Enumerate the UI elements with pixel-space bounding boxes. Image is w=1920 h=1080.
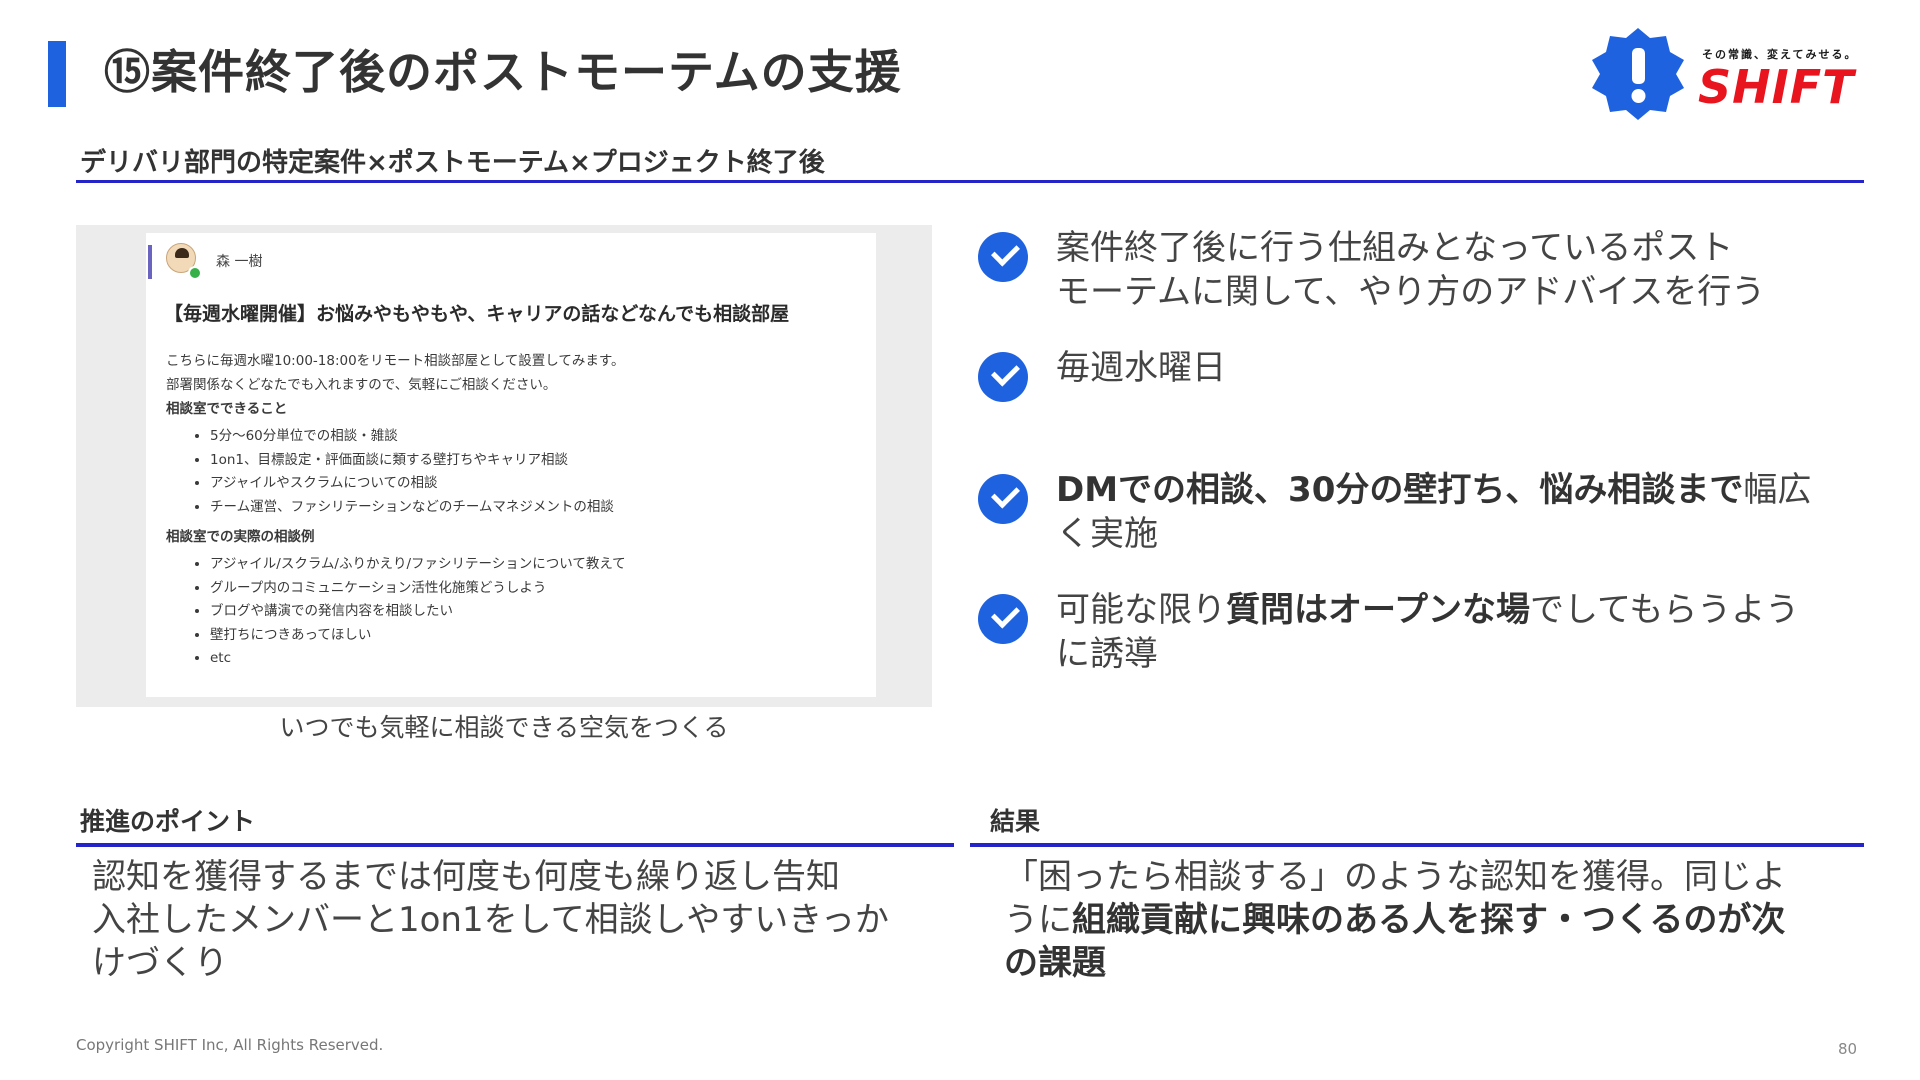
points-line: 入社したメンバーと1on1をして相談しやすいきっか: [92, 900, 889, 940]
check-item-text: 案件終了後に行う仕組みとなっているポスト モーテムに関して、やり方のアドバイスを…: [1056, 226, 1866, 314]
post-section-title: 相談室での実際の相談例: [166, 529, 315, 545]
check-text-line: く実施: [1056, 514, 1158, 554]
page-title: ⑮案件終了後のポストモーテムの支援: [104, 45, 902, 99]
list-item: ブログや講演での発信内容を相談したい: [210, 600, 856, 624]
post-intro-line: こちらに毎週水曜10:00-18:00をリモート相談部屋として設置してみます。: [166, 353, 625, 369]
points-line: けづくり: [92, 943, 228, 983]
points-divider: [76, 843, 954, 847]
check-text-line: モーテムに関して、やり方のアドバイスを行う: [1056, 272, 1766, 312]
chat-post-screenshot: 森 一樹 【毎週水曜開催】お悩みやもやもや、キャリアの話などなんでも相談部屋 こ…: [146, 233, 876, 697]
checkmark-icon: [978, 352, 1028, 402]
list-item: グループ内のコミュニケーション活性化施策どうしよう: [210, 577, 856, 601]
check-text-bold: DMでの相談、30分の壁打ち、悩み相談まで: [1056, 470, 1744, 510]
post-heading: 【毎週水曜開催】お悩みやもやもや、キャリアの話などなんでも相談部屋: [164, 303, 790, 325]
check-text-bold: 質問はオープンな場: [1226, 590, 1530, 630]
check-text-line: 幅広: [1743, 470, 1812, 510]
title-accent-bar: [48, 41, 66, 107]
result-heading: 結果: [990, 807, 1041, 836]
post-list: 5分〜60分単位での相談・雑談 1on1、目標設定・評価面談に類する壁打ちやキャ…: [166, 425, 856, 519]
list-item: アジャイルやスクラムについての相談: [210, 472, 856, 496]
page-number: 80: [1838, 1040, 1858, 1058]
result-bold: の課題: [1004, 943, 1106, 983]
list-item: 壁打ちにつきあってほしい: [210, 624, 856, 648]
exclamation-badge-icon: [1592, 28, 1684, 120]
shift-logo: その常識、変えてみせる。 SHIFT: [1590, 26, 1870, 122]
result-divider: [970, 843, 1864, 847]
post-author: 森 一樹: [216, 254, 263, 270]
post-intro-line: 部署関係なくどなたでも入れますので、気軽にご相談ください。: [166, 377, 557, 393]
list-item: 1on1、目標設定・評価面談に類する壁打ちやキャリア相談: [210, 449, 856, 473]
result-line: 「困ったら相談する」のような認知を獲得。同じよ: [1004, 857, 1786, 897]
checkmark-icon: [978, 474, 1028, 524]
check-item-text: 可能な限り質問はオープンな場でしてもらうよう に誘導: [1056, 588, 1866, 676]
online-status-icon: [188, 266, 202, 280]
section-subtitle: デリバリ部門の特定案件×ポストモーテム×プロジェクト終了後: [80, 148, 825, 178]
list-item: チーム運営、ファシリテーションなどのチームマネジメントの相談: [210, 496, 856, 520]
check-text-line: 可能な限り: [1056, 590, 1226, 630]
copyright-footer: Copyright SHIFT Inc, All Rights Reserved…: [76, 1036, 384, 1054]
check-text-line: に誘導: [1056, 634, 1158, 674]
points-heading: 推進のポイント: [80, 807, 256, 836]
check-text-line: 案件終了後に行う仕組みとなっているポスト: [1056, 228, 1734, 268]
checkmark-icon: [978, 594, 1028, 644]
check-text-line: でしてもらうよう: [1529, 590, 1800, 630]
screenshot-caption: いつでも気軽に相談できる空気をつくる: [279, 713, 729, 742]
result-line: うに: [1004, 900, 1072, 940]
check-item-text: 毎週水曜日: [1056, 348, 1226, 388]
list-item: etc: [210, 647, 856, 671]
list-item: アジャイル/スクラム/ふりかえり/ファシリテーションについて教えて: [210, 553, 856, 577]
post-indicator-bar: [148, 245, 152, 279]
result-bold: 組織貢献に興味のある人を探す・つくるのが次: [1072, 900, 1786, 940]
points-line: 認知を獲得するまでは何度も何度も繰り返し告知: [92, 857, 840, 897]
post-body: こちらに毎週水曜10:00-18:00をリモート相談部屋として設置してみます。 …: [166, 349, 856, 677]
result-text: 「困ったら相談する」のような認知を獲得。同じよ うに組織貢献に興味のある人を探す…: [1004, 856, 1874, 985]
checkmark-icon: [978, 232, 1028, 282]
subtitle-divider: [76, 180, 1864, 183]
check-item-text: DMでの相談、30分の壁打ち、悩み相談まで幅広 く実施: [1056, 468, 1866, 556]
points-text: 認知を獲得するまでは何度も何度も繰り返し告知 入社したメンバーと1on1をして相…: [92, 856, 962, 985]
post-section-title: 相談室でできること: [166, 401, 288, 417]
logo-wordmark: SHIFT: [1698, 60, 1855, 114]
list-item: 5分〜60分単位での相談・雑談: [210, 425, 856, 449]
post-list: アジャイル/スクラム/ふりかえり/ファシリテーションについて教えて グループ内の…: [166, 553, 856, 671]
